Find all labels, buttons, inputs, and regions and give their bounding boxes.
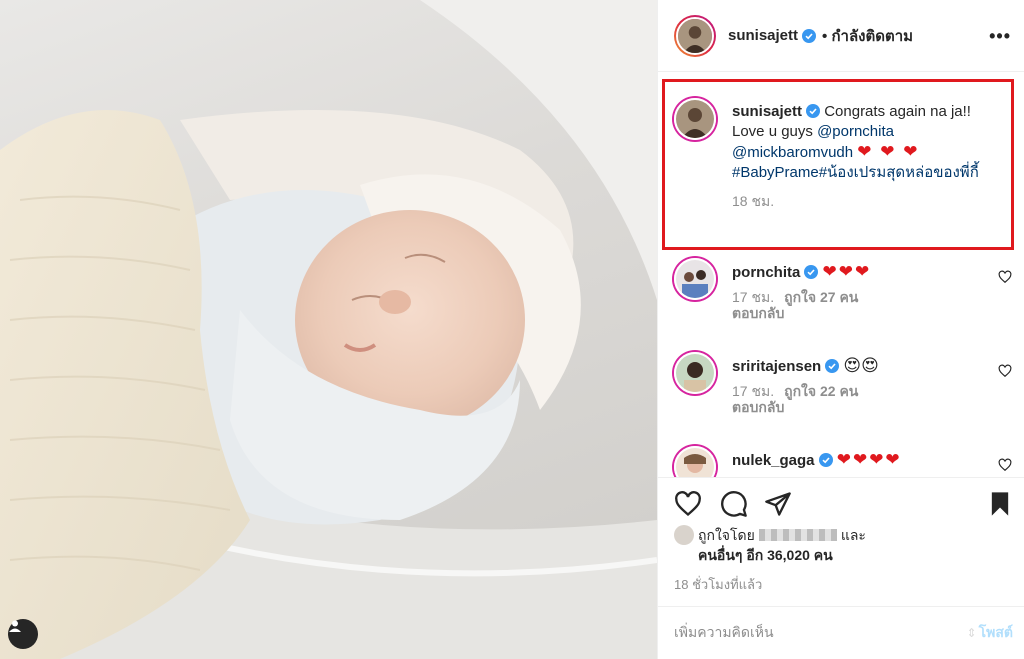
comment-text: 😍😍 [843,356,879,375]
commenter-username[interactable]: pornchita [732,264,800,281]
hashtag-link[interactable]: #BabyPrame#น้องเปรมสุดหล่อของพี่กี้ [732,164,979,181]
caption-hearts: ❤ ❤ ❤ [857,142,920,161]
comment-item: sriritajensen 😍😍 17 ชม. ถูกใจ 22 คน ตอบกล… [674,352,1014,432]
likes-summary: ถูกใจโดย และ คนอื่นๆ อีก 36,020 คน [674,525,866,565]
caption-time[interactable]: 18 ชม. [732,193,774,209]
like-comment-heart-icon[interactable] [998,458,1012,472]
caption-avatar[interactable] [674,98,716,140]
comments-list[interactable]: sunisajett Congrats again na ja!! Love u… [658,72,1024,477]
add-comment-bar: เพิ่มความคิดเห็น ⇕ โพสต์ [658,606,1024,659]
commenter-avatar[interactable] [674,352,716,394]
commenter-username[interactable]: sriritajensen [732,358,821,375]
blurred-username[interactable] [758,529,837,541]
mention-link[interactable]: @pornchita [817,123,894,140]
user-tag-icon[interactable] [8,619,38,649]
post-comment-button[interactable]: โพสต์ [979,622,1013,644]
more-options-icon[interactable]: ••• [989,26,1011,47]
verified-badge-icon [825,359,840,373]
like-heart-icon[interactable] [674,490,702,518]
liked-by-label: ถูกใจโดย [698,527,755,543]
reply-button[interactable]: ตอบกลับ [732,399,1000,415]
comment-input[interactable]: เพิ่มความคิดเห็น [674,622,967,644]
comment-item: pornchita ❤❤❤ 17 ชม. ถูกใจ 27 คน ตอบกลับ [674,258,1014,338]
author-avatar[interactable] [674,14,716,57]
like-comment-heart-icon[interactable] [998,364,1012,378]
likes-and-label: และ [840,527,866,543]
post-timestamp[interactable]: 18 ชั่วโมงที่แล้ว [674,574,762,595]
post-actions: ถูกใจโดย และ คนอื่นๆ อีก 36,020 คน 18 ชั่… [658,477,1024,592]
liker-avatar[interactable] [674,525,694,545]
comment-likes[interactable]: ถูกใจ 27 คน [784,289,858,305]
comment-text: ❤❤❤ [822,262,872,281]
caption-username[interactable]: sunisajett [732,103,802,120]
commenter-avatar[interactable] [674,258,716,300]
comment-text: ❤❤❤❤ [836,450,902,469]
comment-time[interactable]: 17 ชม. [732,383,774,399]
post-side-panel: sunisajett • กำลังติดตาม ••• sunisajett … [657,0,1024,659]
scroll-arrows-icon: ⇕ [966,626,977,640]
commenter-avatar[interactable] [674,446,716,477]
comment-icon[interactable] [720,490,748,518]
like-comment-heart-icon[interactable] [998,270,1012,284]
comment-likes[interactable]: ถูกใจ 22 คน [784,383,858,399]
caption-comment: sunisajett Congrats again na ja!! Love u… [674,98,1014,238]
save-bookmark-icon[interactable] [986,490,1014,518]
verified-badge-icon [802,28,817,43]
likes-count[interactable]: คนอื่นๆ อีก 36,020 คน [698,547,833,563]
post-photo[interactable] [0,0,657,659]
verified-badge-icon [804,265,819,279]
author-username[interactable]: sunisajett [728,27,798,44]
comment-item: nulek_gaga ❤❤❤❤ [674,446,1014,477]
comment-time[interactable]: 17 ชม. [732,289,774,305]
verified-badge-icon [818,453,833,467]
reply-button[interactable]: ตอบกลับ [732,305,1000,321]
commenter-username[interactable]: nulek_gaga [732,452,815,469]
baby-photo-illustration [0,0,657,659]
post-header: sunisajett • กำลังติดตาม ••• [658,0,1024,72]
follow-status-button[interactable]: • กำลังติดตาม [822,24,913,48]
mention-link[interactable]: @mickbaromvudh [732,144,853,161]
verified-badge-icon [806,104,821,118]
share-direct-icon[interactable] [764,490,792,518]
